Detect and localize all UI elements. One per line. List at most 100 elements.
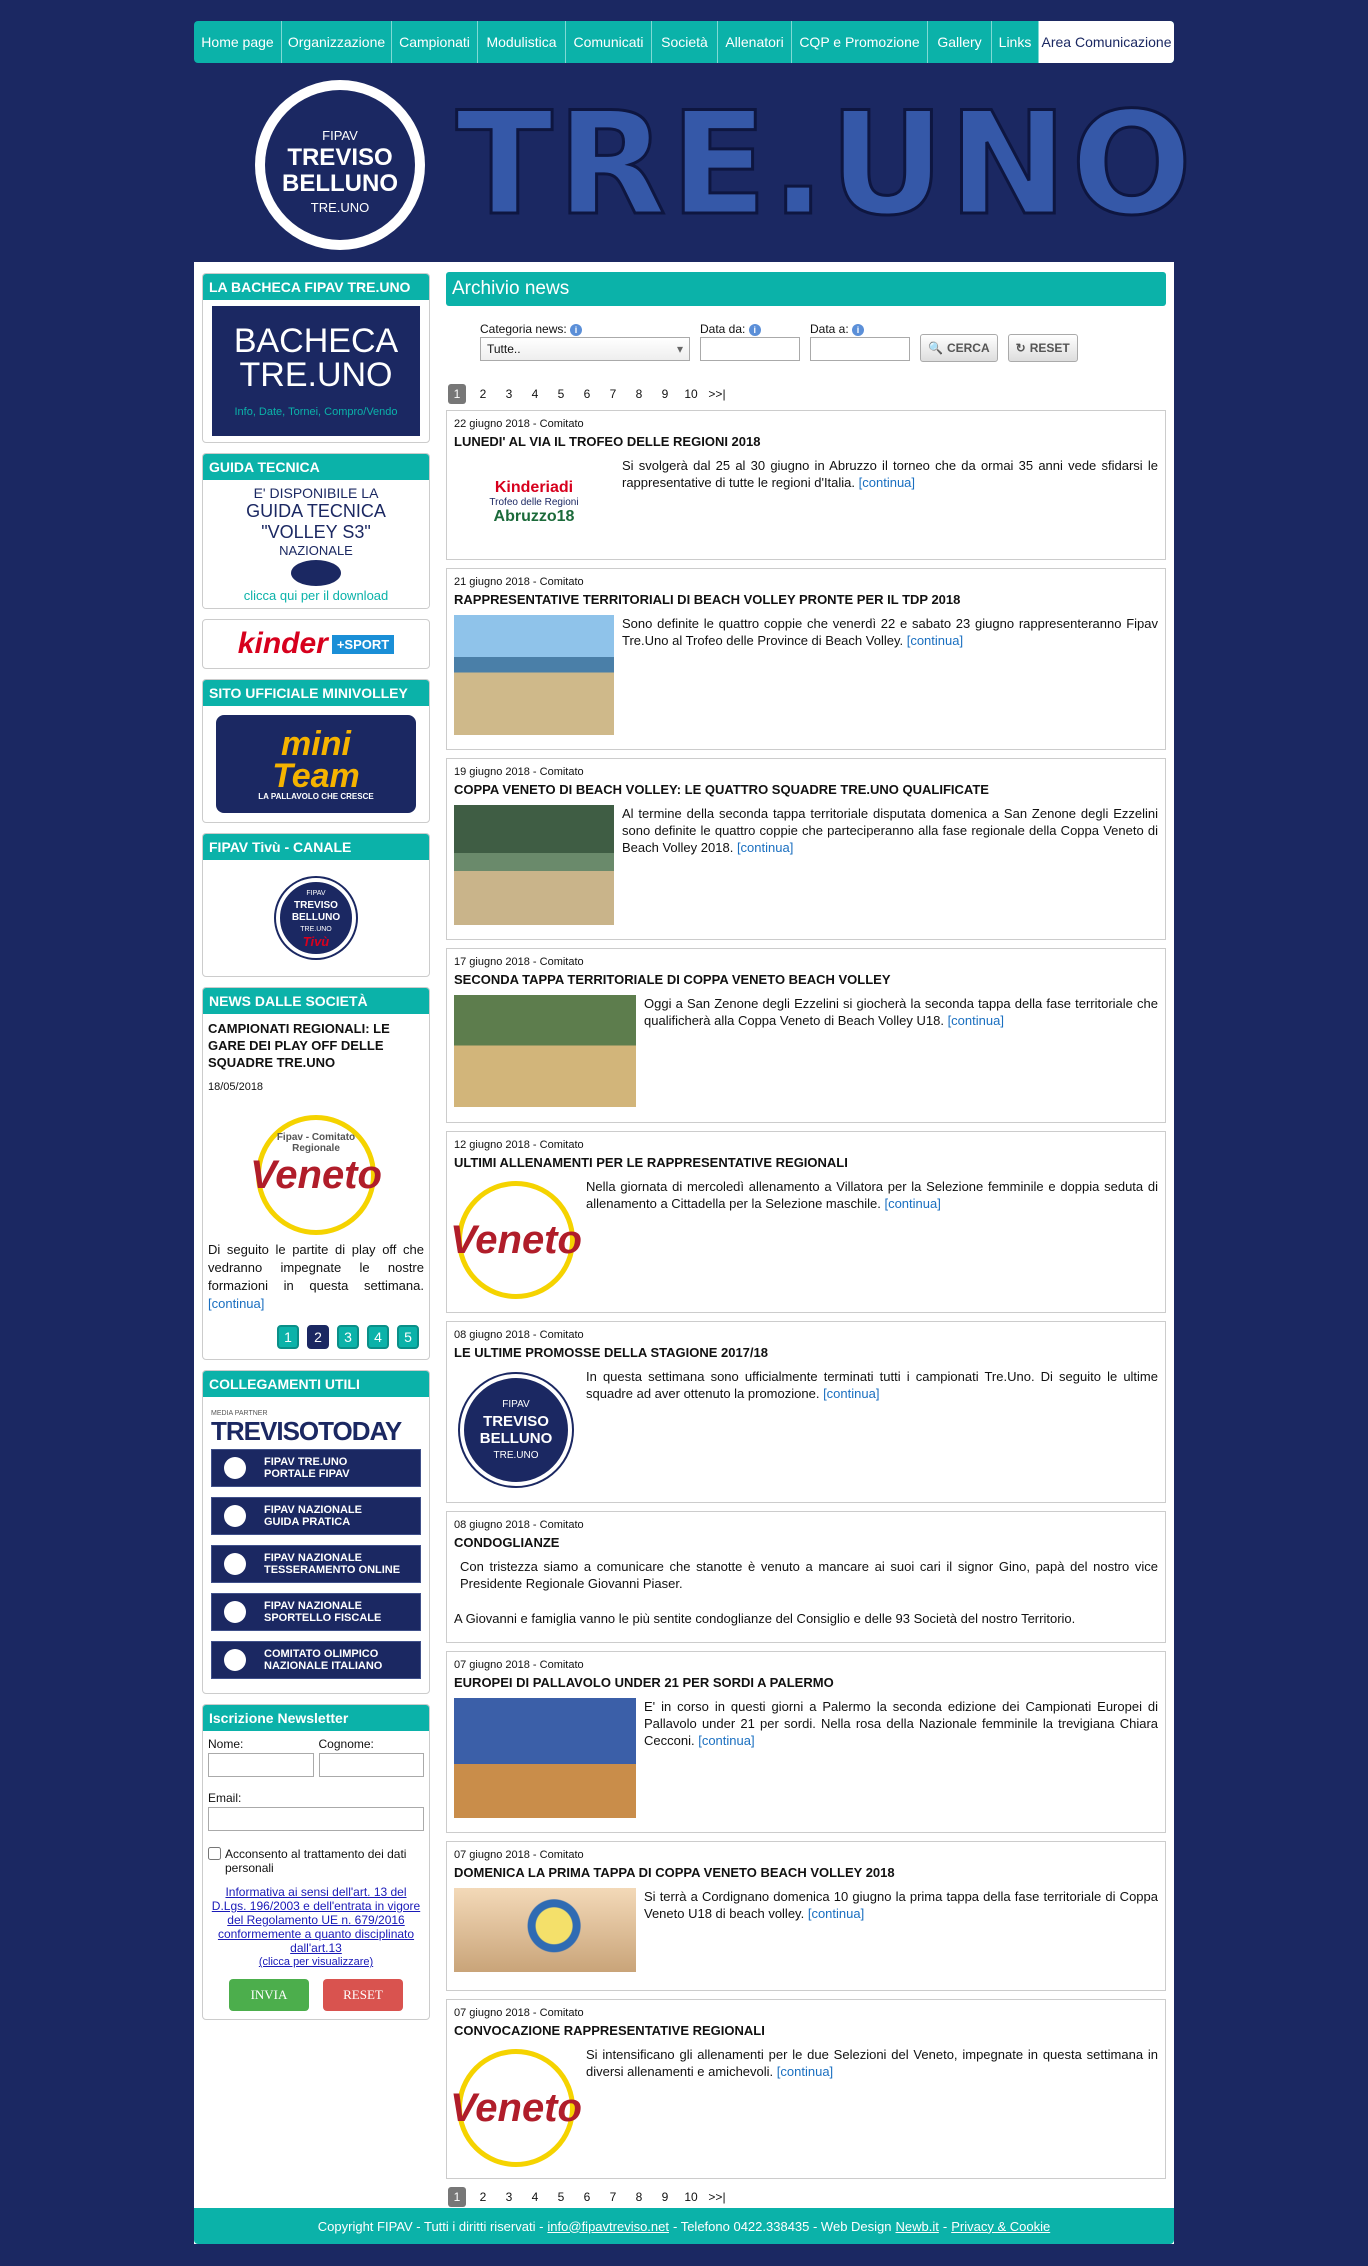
nav-comunicati[interactable]: Comunicati (566, 21, 652, 63)
veneto-logo-image[interactable]: Veneto (450, 2046, 582, 2170)
news-title[interactable]: CONDOGLIANZE (454, 1535, 1158, 1550)
news-page-1[interactable]: 1 (277, 1325, 299, 1349)
news-title[interactable]: EUROPEI DI PALLAVOLO UNDER 21 PER SORDI … (454, 1675, 1158, 1690)
page-4[interactable]: 4 (522, 384, 548, 404)
tivu-heading: FIPAV Tivù - CANALE YOUTUBE (203, 834, 429, 881)
continua-link[interactable]: [continua] (808, 1906, 864, 1921)
page-3[interactable]: 3 (496, 384, 522, 404)
news-title[interactable]: LE ULTIME PROMOSSE DELLA STAGIONE 2017/1… (454, 1345, 1158, 1360)
coni-icon (224, 1649, 246, 1671)
team-photo[interactable] (454, 1698, 636, 1818)
page-10[interactable]: 10 (678, 2187, 704, 2207)
email-field[interactable] (208, 1807, 424, 1831)
page-4[interactable]: 4 (522, 2187, 548, 2207)
page-5[interactable]: 5 (548, 384, 574, 404)
trevisotoday-banner[interactable]: MEDIA PARTNER TREVISOTODAY (211, 1405, 421, 1449)
continua-link[interactable]: [continua] (777, 2064, 833, 2079)
page-10[interactable]: 10 (678, 384, 704, 404)
page-3[interactable]: 3 (496, 2187, 522, 2207)
fipav-logo[interactable]: FIPAV TREVISO BELLUNO TRE.UNO (255, 80, 425, 250)
news-page-3[interactable]: 3 (337, 1325, 359, 1349)
link-tesseramento[interactable]: FIPAV NAZIONALE TESSERAMENTO ONLINE (211, 1545, 421, 1583)
continua-link[interactable]: [continua] (698, 1733, 754, 1748)
continua-link[interactable]: [continua] (208, 1296, 264, 1311)
page-2[interactable]: 2 (470, 2187, 496, 2207)
nav-campionati[interactable]: Campionati (392, 21, 478, 63)
news-title[interactable]: SECONDA TAPPA TERRITORIALE DI COPPA VENE… (454, 972, 1158, 987)
date-from-field[interactable] (700, 337, 800, 361)
reset-button[interactable]: RESET (323, 1979, 403, 2011)
continua-link[interactable]: [continua] (884, 1196, 940, 1211)
cerca-button[interactable]: 🔍 CERCA (920, 334, 998, 362)
date-to-field[interactable] (810, 337, 910, 361)
webdesign-link[interactable]: Newb.it (896, 2219, 939, 2234)
kinderiadi-image[interactable]: Kinderiadi Trofeo delle Regioni Abruzzo18 (454, 457, 614, 547)
beach-team-photo[interactable] (454, 615, 614, 735)
privacy-link[interactable]: Privacy & Cookie (951, 2219, 1050, 2234)
page-5[interactable]: 5 (548, 2187, 574, 2207)
beach-ball-photo[interactable] (454, 1888, 636, 1972)
page-7[interactable]: 7 (600, 384, 626, 404)
link-sportello-fiscale[interactable]: FIPAV NAZIONALE SPORTELLO FISCALE (211, 1593, 421, 1631)
news-title[interactable]: CONVOCAZIONE RAPPRESENTATIVE REGIONALI (454, 2023, 1158, 2038)
privacy-info-link[interactable]: Informativa ai sensi dell'art. 13 del D.… (208, 1885, 424, 1969)
nav-societa[interactable]: Società (652, 21, 718, 63)
continua-link[interactable]: [continua] (907, 633, 963, 648)
continua-link[interactable]: [continua] (859, 475, 915, 490)
link-guida-pratica[interactable]: FIPAV NAZIONALE GUIDA PRATICA (211, 1497, 421, 1535)
nav-modulistica[interactable]: Modulistica (478, 21, 566, 63)
continua-link[interactable]: [continua] (823, 1386, 879, 1401)
nav-links[interactable]: Links (992, 21, 1039, 63)
email-link[interactable]: info@fipavtreviso.net (547, 2219, 669, 2234)
beach-teams-photo[interactable] (454, 805, 614, 925)
page-last[interactable]: >>| (704, 384, 730, 404)
news-page-5[interactable]: 5 (397, 1325, 419, 1349)
page-9[interactable]: 9 (652, 384, 678, 404)
page-6[interactable]: 6 (574, 2187, 600, 2207)
news-title[interactable]: ULTIMI ALLENAMENTI PER LE RAPPRESENTATIV… (454, 1155, 1158, 1170)
nav-allenatori[interactable]: Allenatori (718, 21, 792, 63)
nome-field[interactable] (208, 1753, 314, 1777)
nav-home[interactable]: Home page (194, 21, 282, 63)
page-8[interactable]: 8 (626, 2187, 652, 2207)
kinder-banner[interactable]: kinder +SPORT (202, 619, 430, 669)
page-1[interactable]: 1 (448, 2187, 466, 2207)
news-item: 22 giugno 2018 - Comitato LUNEDI' AL VIA… (446, 410, 1166, 560)
link-portale-fipav[interactable]: FIPAV TRE.UNO PORTALE FIPAV (211, 1449, 421, 1487)
cognome-field[interactable] (318, 1753, 424, 1777)
page-last[interactable]: >>| (704, 2187, 730, 2207)
continua-link[interactable]: [continua] (737, 840, 793, 855)
nav-cqp-promozione[interactable]: CQP e Promozione (792, 21, 928, 63)
page-7[interactable]: 7 (600, 2187, 626, 2207)
news-page-4[interactable]: 4 (367, 1325, 389, 1349)
continua-link[interactable]: [continua] (948, 1013, 1004, 1028)
veneto-logo-image[interactable]: Veneto (450, 1178, 582, 1302)
link-coni[interactable]: COMITATO OLIMPICO NAZIONALE ITALIANO (211, 1641, 421, 1679)
nav-area-comunicazione[interactable]: Area Comunicazione (1039, 21, 1174, 63)
nav-gallery[interactable]: Gallery (928, 21, 992, 63)
guida-banner[interactable]: E' DISPONIBILE LA GUIDA TECNICA "VOLLEY … (203, 480, 429, 608)
nav-organizzazione[interactable]: Organizzazione (282, 21, 392, 63)
beach-court-photo[interactable] (454, 995, 636, 1107)
page-1[interactable]: 1 (448, 384, 466, 404)
news-title[interactable]: RAPPRESENTATIVE TERRITORIALI DI BEACH VO… (454, 592, 1158, 607)
category-select[interactable]: Tutte.. (480, 337, 690, 361)
news-title[interactable]: DOMENICA LA PRIMA TAPPA DI COPPA VENETO … (454, 1865, 1158, 1880)
minivolley-box: SITO UFFICIALE MINIVOLLEY mini Team LA P… (202, 679, 430, 823)
societa-news-title[interactable]: CAMPIONATI REGIONALI: LE GARE DEI PLAY O… (203, 1014, 429, 1071)
bacheca-banner[interactable]: BACHECA TRE.UNO Info, Date, Tornei, Comp… (212, 306, 420, 436)
news-title[interactable]: COPPA VENETO DI BEACH VOLLEY: LE QUATTRO… (454, 782, 1158, 797)
page-8[interactable]: 8 (626, 384, 652, 404)
miniteam-banner[interactable]: mini Team LA PALLAVOLO CHE CRESCE (203, 706, 429, 822)
news-page-2[interactable]: 2 (307, 1325, 329, 1349)
reset-filter-button[interactable]: ↻ RESET (1007, 334, 1078, 362)
fipav-logo-image[interactable]: FIPAV TREVISO BELLUNO TRE.UNO (454, 1368, 578, 1492)
consent-checkbox[interactable] (208, 1847, 221, 1860)
page-2[interactable]: 2 (470, 384, 496, 404)
news-item: 07 giugno 2018 - Comitato EUROPEI DI PAL… (446, 1651, 1166, 1833)
page-6[interactable]: 6 (574, 384, 600, 404)
fipav-icon (224, 1457, 246, 1479)
invia-button[interactable]: INVIA (229, 1979, 309, 2011)
news-title[interactable]: LUNEDI' AL VIA IL TROFEO DELLE REGIONI 2… (454, 434, 1158, 449)
page-9[interactable]: 9 (652, 2187, 678, 2207)
